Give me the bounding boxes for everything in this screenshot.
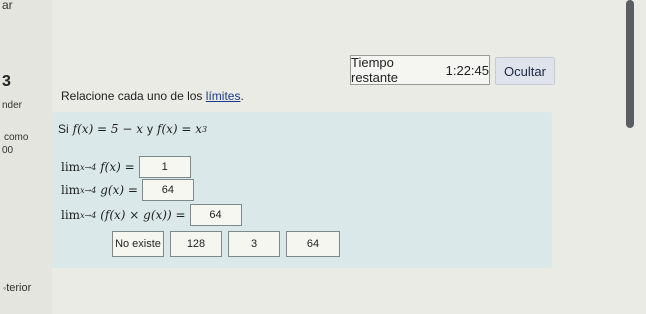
timer-label: Tiempo restante xyxy=(351,55,398,85)
sidebar-text-fragment: 00 xyxy=(2,145,14,156)
timer-display: Tiempo restante 1:22:45 xyxy=(350,55,490,85)
answer-choices: No existe 128 3 64 xyxy=(112,231,340,257)
answer-drop-box[interactable]: 64 xyxy=(189,204,242,226)
answer-drop-box[interactable]: 1 xyxy=(138,156,191,178)
sidebar-top-fragment: ar xyxy=(2,0,13,12)
previous-link[interactable]: ◦terior xyxy=(3,282,31,294)
sidebar-text-fragment: nder xyxy=(2,100,23,111)
left-panel: ar 3 nder como 00 ◦terior xyxy=(0,0,52,314)
limit-row-g: lim x→4 g(x) = 64 xyxy=(61,179,194,201)
hide-timer-button[interactable]: Ocultar xyxy=(495,57,555,85)
choice-tile[interactable]: 128 xyxy=(170,231,222,257)
choice-tile[interactable]: No existe xyxy=(112,231,164,257)
choice-tile[interactable]: 3 xyxy=(228,231,280,257)
instruction-text: Relacione cada uno de los límites. xyxy=(61,89,244,103)
given-functions: Si f(x) = 5 − x y f(x) = x3 xyxy=(58,122,208,136)
limits-link[interactable]: límites xyxy=(206,89,241,103)
scrollbar-thumb[interactable] xyxy=(626,0,634,128)
timer-value: 1:22:45 xyxy=(445,62,489,78)
choice-tile[interactable]: 64 xyxy=(286,231,340,257)
question-number: 3 xyxy=(2,73,11,90)
answer-drop-box[interactable]: 64 xyxy=(141,179,194,201)
limit-row-f: lim x→4 f(x) = 1 xyxy=(61,156,191,178)
sidebar-text-fragment: como xyxy=(4,132,29,143)
limit-row-product: lim x→4 (f(x) × g(x)) = 64 xyxy=(61,204,242,226)
